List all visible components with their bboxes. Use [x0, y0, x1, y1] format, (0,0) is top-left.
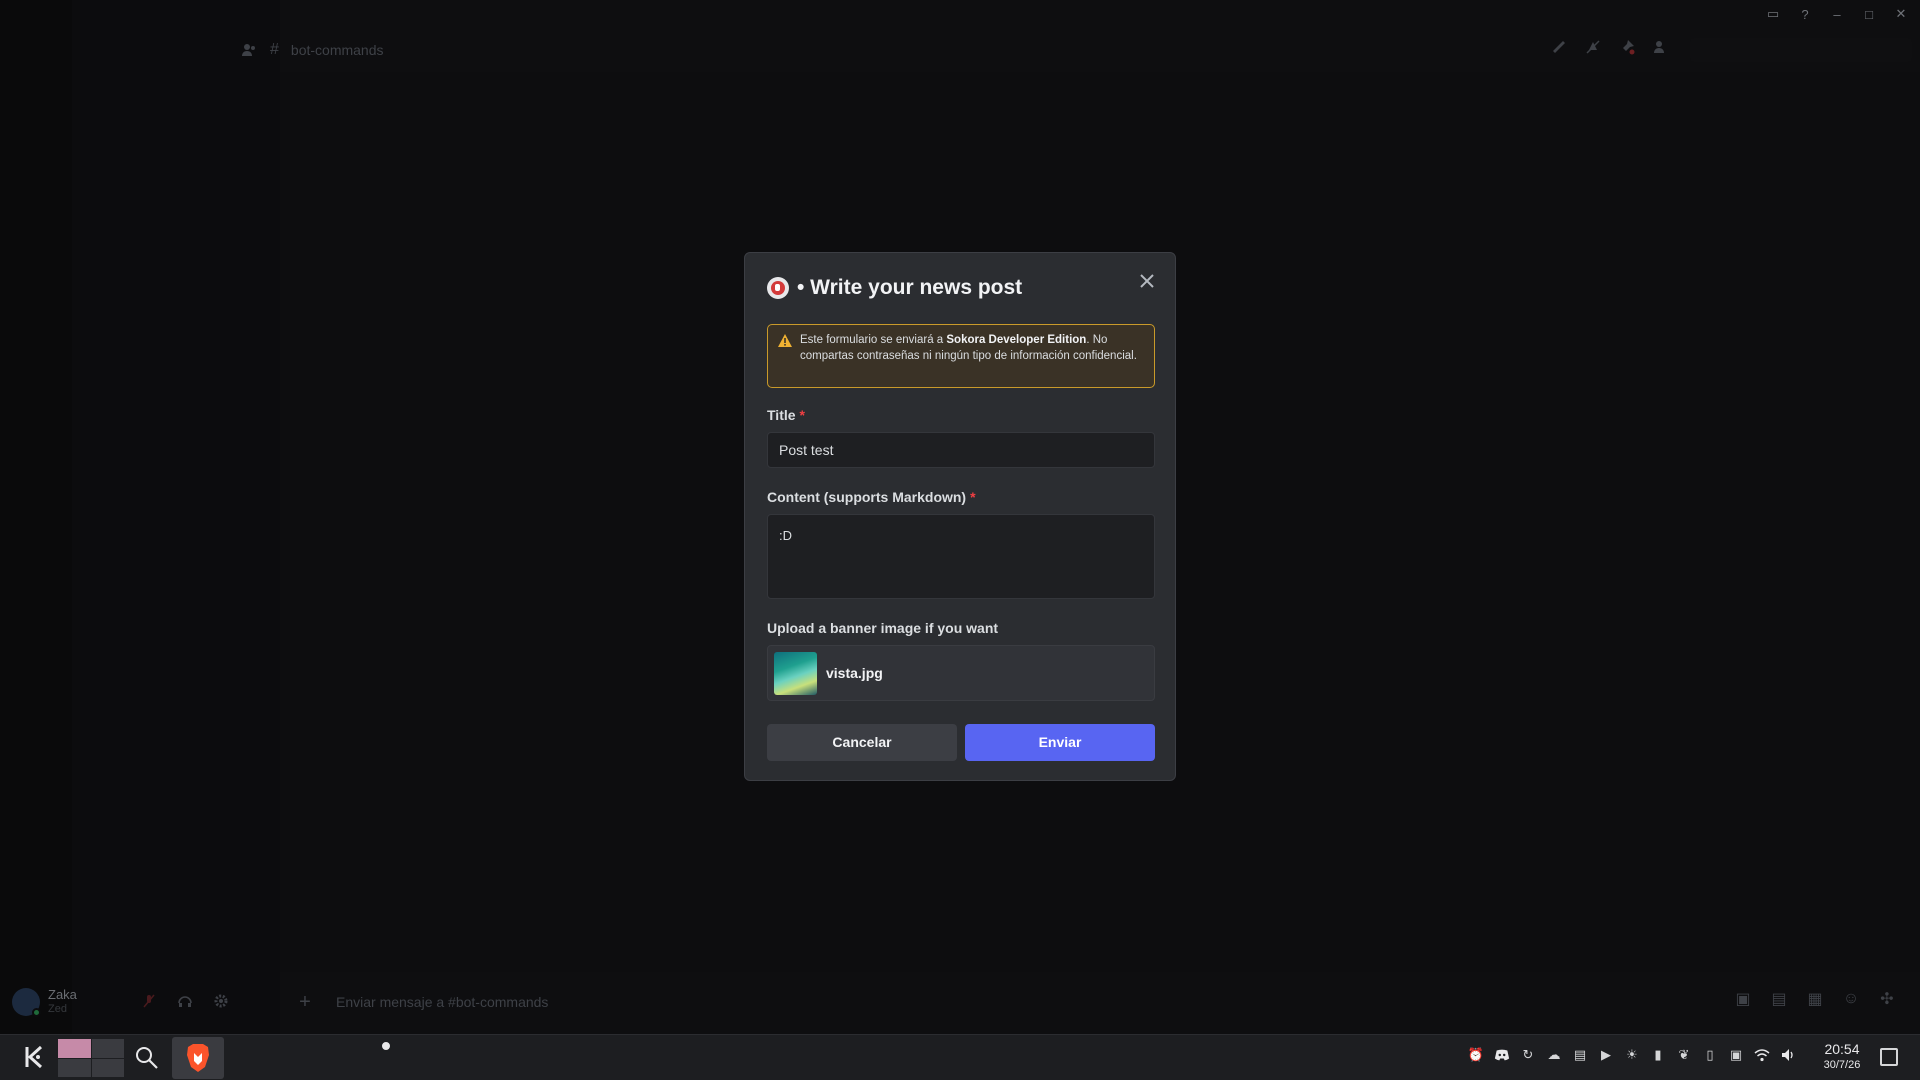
header-toolbar [1550, 38, 1670, 56]
upload-label: Upload a banner image if you want [767, 620, 999, 636]
online-status-dot [32, 1008, 41, 1017]
maximize-button[interactable]: □ [1860, 7, 1878, 22]
media-play-icon[interactable]: ▶ [1598, 1047, 1614, 1063]
clock-time: 20:54 [1824, 1041, 1860, 1057]
uploaded-file-name: vista.jpg [826, 665, 883, 681]
clock[interactable]: 20:54 30/7/26 [1808, 1041, 1876, 1073]
gif-icon[interactable]: ▤ [1770, 990, 1788, 1008]
discord-icon[interactable] [1494, 1047, 1510, 1063]
desktop-3[interactable] [58, 1058, 91, 1077]
user-actions [140, 992, 230, 1010]
username: Zaka [48, 987, 77, 1002]
gift-icon[interactable]: ▣ [1734, 990, 1752, 1008]
emoji-icon[interactable]: ☺ [1842, 990, 1860, 1008]
inbox-icon[interactable]: ▭ [1764, 6, 1782, 22]
required-marker: * [970, 489, 976, 505]
leaf-icon[interactable]: ❦ [1676, 1047, 1692, 1063]
modal-title: • Write your news post [797, 276, 1023, 299]
alarm-icon[interactable]: ⏰ [1468, 1047, 1484, 1063]
window-controls: ▭ ? – □ ✕ [1764, 0, 1920, 28]
clock-date: 30/7/26 [1823, 1059, 1861, 1071]
app-launcher-icon[interactable] [20, 1044, 48, 1072]
close-icon [1140, 274, 1154, 288]
banner-thumbnail [774, 651, 817, 695]
microphone-muted-icon[interactable] [140, 992, 158, 1010]
mute-icon[interactable] [1584, 38, 1602, 56]
close-window-button[interactable]: ✕ [1892, 6, 1910, 22]
add-attachment-icon[interactable]: + [296, 991, 314, 1013]
channel-sidebar [72, 0, 280, 1034]
desktop-1[interactable] [58, 1039, 91, 1058]
apps-icon[interactable]: ✣ [1878, 990, 1896, 1008]
title-input[interactable]: Post test [767, 432, 1155, 468]
brightness-icon[interactable]: ☀ [1624, 1047, 1640, 1063]
modal-header: • Write your news post [767, 276, 1022, 300]
volume-icon[interactable] [1780, 1047, 1796, 1063]
search-input[interactable] [1690, 38, 1912, 62]
required-marker: * [799, 407, 805, 423]
weather-icon[interactable]: ☁ [1546, 1047, 1562, 1063]
system-tray: ⏰ ↻ ☁ ▤ ▶ ☀ ▮ ❦ ▯ ▣ [1468, 1047, 1796, 1063]
members-icon[interactable] [240, 41, 258, 59]
brave-lion-icon [187, 1044, 209, 1072]
channel-name: bot-commands [290, 42, 384, 58]
bot-app-icon [767, 277, 789, 299]
banner-upload[interactable]: vista.jpg [767, 645, 1155, 701]
headphones-icon[interactable] [176, 992, 194, 1010]
news-post-modal: • Write your news post Este formulario s… [744, 252, 1176, 781]
threads-icon[interactable] [1550, 38, 1568, 56]
desktop-4[interactable] [91, 1058, 124, 1077]
title-label: Title * [767, 407, 805, 423]
warning-app-name: Sokora Developer Edition [946, 334, 1087, 346]
brave-browser-task[interactable] [172, 1037, 392, 1079]
search-icon[interactable] [133, 1044, 161, 1072]
sim-icon[interactable]: ▣ [1728, 1047, 1744, 1063]
composer-tools: ▣ ▤ ▦ ☺ ✣ [1734, 990, 1896, 1008]
server-rail [0, 0, 72, 1034]
show-desktop-button[interactable] [1880, 1048, 1898, 1066]
clipboard-icon[interactable]: ▤ [1572, 1047, 1588, 1063]
close-modal-button[interactable] [1135, 269, 1159, 293]
sticker-icon[interactable]: ▦ [1806, 990, 1824, 1008]
taskbar: ⏰ ↻ ☁ ▤ ▶ ☀ ▮ ❦ ▯ ▣ 20:54 30/7/26 [0, 1034, 1920, 1080]
pin-icon[interactable] [1618, 38, 1636, 56]
update-icon[interactable]: ↻ [1520, 1047, 1536, 1063]
cancel-button[interactable]: Cancelar [767, 724, 957, 761]
avatar[interactable] [12, 988, 41, 1017]
user-status: Zed [48, 1003, 67, 1015]
virtual-desktop-pager[interactable] [58, 1039, 124, 1077]
desktop-2[interactable] [91, 1039, 124, 1058]
warning-text-prefix: Este formulario se enviará a [800, 334, 947, 346]
wifi-icon[interactable] [1754, 1047, 1770, 1063]
usb-icon[interactable]: ▮ [1650, 1047, 1666, 1063]
battery-icon[interactable]: ▯ [1702, 1047, 1718, 1063]
submit-button[interactable]: Enviar [965, 724, 1155, 761]
privacy-warning: Este formulario se enviará a Sokora Deve… [767, 324, 1155, 388]
content-textarea[interactable]: :D [767, 514, 1155, 599]
message-composer: + Enviar mensaje a #bot-commands [296, 984, 1896, 1020]
help-icon[interactable]: ? [1796, 7, 1814, 22]
channel-hash-icon: # [270, 41, 279, 58]
settings-gear-icon[interactable] [212, 992, 230, 1010]
audio-playing-badge [380, 1040, 392, 1052]
warning-icon [778, 334, 792, 347]
minimize-button[interactable]: – [1828, 7, 1846, 22]
content-label: Content (supports Markdown) * [767, 489, 976, 505]
member-list-icon[interactable] [1652, 38, 1670, 56]
message-input[interactable]: Enviar mensaje a #bot-commands [336, 994, 548, 1010]
